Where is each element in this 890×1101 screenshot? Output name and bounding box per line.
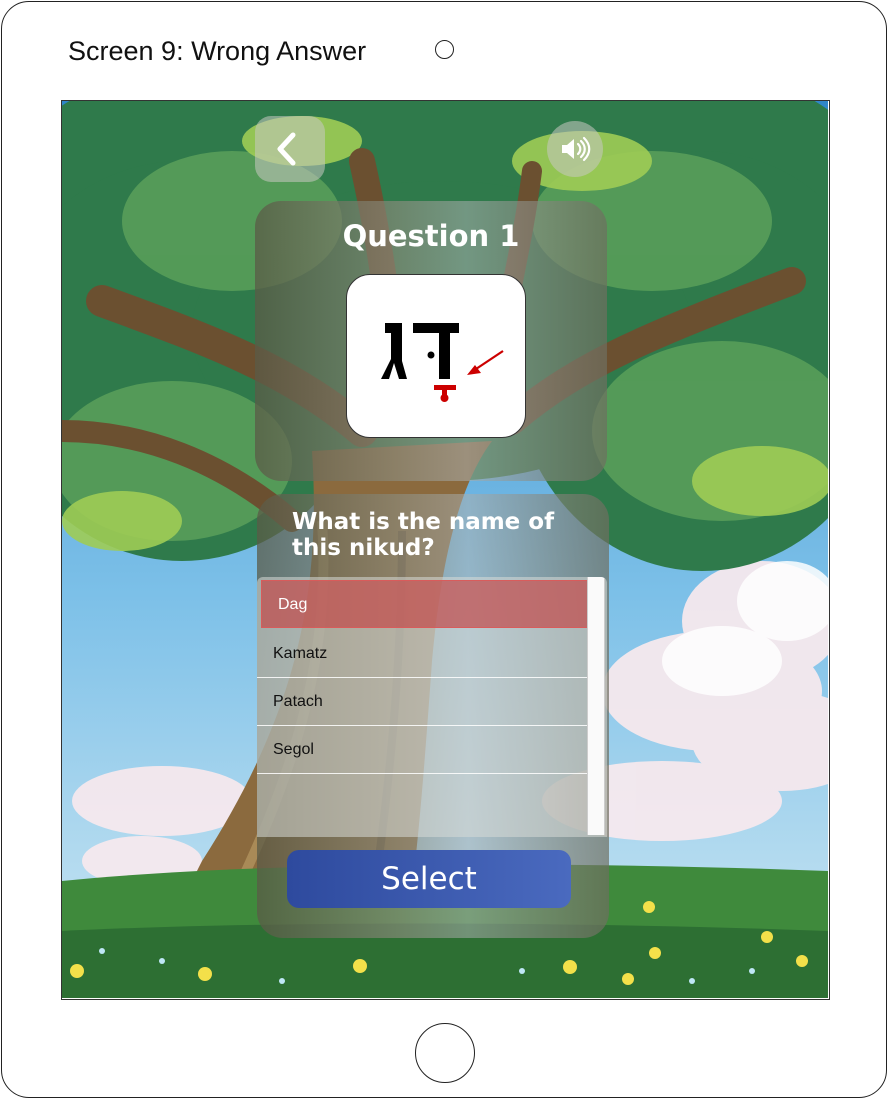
screen-label: Screen 9: Wrong Answer [68,36,367,66]
question-prompt: What is the name of this nikud? [292,509,555,561]
red-arrow-icon [467,350,504,375]
app-viewport: Question 1 What is the name of this niku… [61,100,830,1000]
back-button[interactable] [255,116,325,182]
question-card: Question 1 [255,201,607,481]
camera-icon [435,40,454,59]
sound-button[interactable] [547,121,603,177]
answer-list-scrollbar[interactable] [587,577,605,835]
select-button[interactable]: Select [287,850,571,908]
answer-list: Dag Kamatz Patach Segol [257,577,607,837]
chevron-left-icon [277,132,296,166]
answer-option-dag[interactable]: Dag [261,580,588,628]
answer-option-kamatz[interactable]: Kamatz [257,630,587,678]
answer-option-segol[interactable]: Segol [257,726,587,774]
answer-option-patach[interactable]: Patach [257,678,587,726]
question-title: Question 1 [342,219,520,253]
hebrew-letters-image [381,323,504,402]
nikud-image [346,274,526,438]
answer-card: What is the name of this nikud? Dag Kama… [257,494,609,938]
home-button[interactable] [415,1023,475,1083]
speaker-icon [562,136,591,162]
